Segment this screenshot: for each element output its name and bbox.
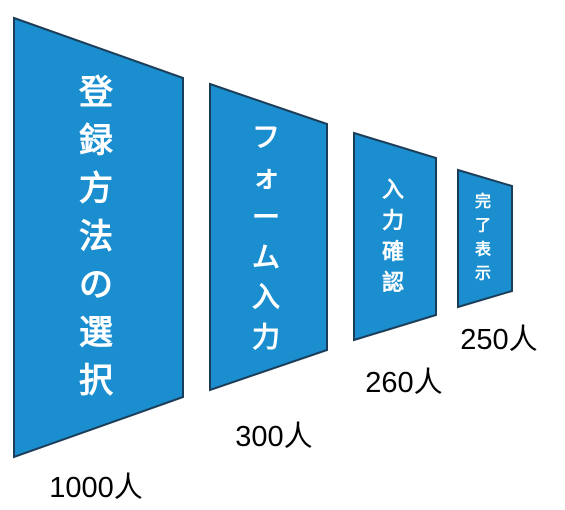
funnel-stage-1-count: 1000人 [49,472,143,504]
funnel-stage-1-label-char: 登 [78,73,114,113]
funnel-stage-4-label-char: 示 [475,264,491,283]
funnel-stage-1-label-char: の [79,265,113,305]
funnel-stage-1-label-char: 録 [79,121,114,161]
funnel-stage-1-label-char: 方 [79,169,113,209]
funnel-stage-4-label-char: 了 [475,216,491,235]
funnel-stage-4-count: 250人 [460,324,537,356]
funnel-stage-1-label-char: 法 [79,217,113,257]
funnel-stage-2-label-char: ォ [252,161,280,194]
funnel-stage-2-label-char: フ [252,121,280,154]
funnel-stage-3-label-char: 確 [382,239,404,265]
funnel-stage-2-label-char: 力 [252,321,280,354]
funnel-stage-3-label-char: 力 [382,209,404,234]
funnel-stage-4-label-char: 表 [474,240,492,259]
funnel-stage-4-label-char: 完 [475,192,491,211]
funnel-stage-3-label-char: 入 [382,178,404,203]
funnel-stage-2-label-char: ー [252,201,280,234]
funnel-stage-3-label-char: 認 [382,270,404,296]
funnel-stage-3-count: 260人 [365,367,442,399]
funnel-chart: 登録方法の選択1000人フォーム入力300人入力確認260人完了表示250人 [13,16,538,504]
funnel-stage-3 [353,131,437,342]
funnel-stage-1-label-char: 択 [79,361,114,401]
funnel-stage-2-label-char: 入 [252,281,280,314]
funnel-stage-2-count: 300人 [235,421,312,453]
funnel-stage-1-label-char: 選 [79,313,113,353]
funnel-stage-2-label-char: ム [252,241,280,274]
